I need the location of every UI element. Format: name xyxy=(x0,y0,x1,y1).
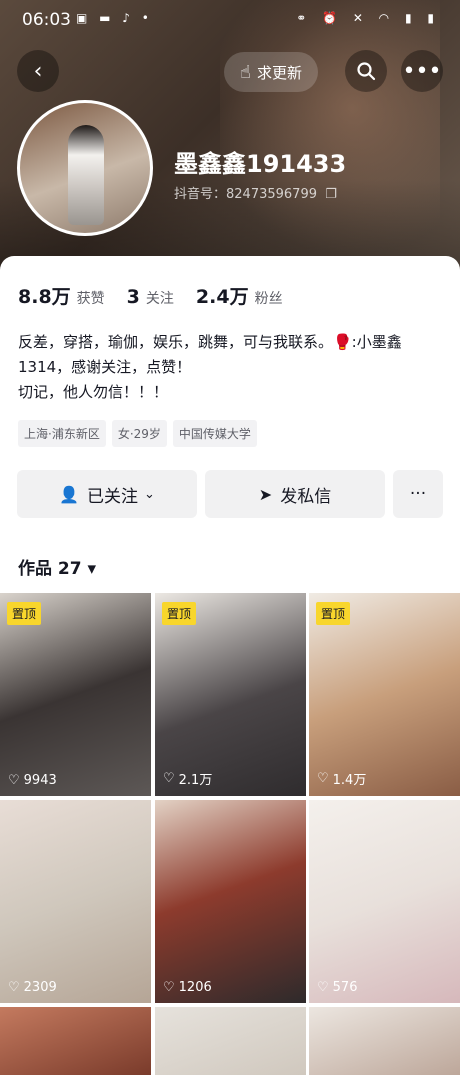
pinned-badge: 置顶 xyxy=(7,602,42,625)
message-button[interactable]: ➤ 发私信 xyxy=(205,470,385,518)
notification-icons: ▣ ▬ ♪ • xyxy=(76,11,153,25)
message-label: 发私信 xyxy=(280,486,332,507)
like-count: ♡ 2.1万 xyxy=(163,769,212,788)
tag-gender-age: 女·29岁 xyxy=(111,420,167,447)
pinned-badge: 置顶 xyxy=(162,602,197,625)
send-icon: ➤ xyxy=(258,484,273,504)
followed-button[interactable]: 👤 已关注 ⌄ xyxy=(17,470,197,518)
nickname: 墨鑫鑫191433 xyxy=(174,150,347,178)
search-button[interactable] xyxy=(345,50,387,92)
stat-following[interactable]: 3 关注 xyxy=(127,286,174,308)
like-count-value: 1206 xyxy=(178,980,212,995)
followed-label: 已关注 xyxy=(87,486,138,507)
fans-value: 2.4万 xyxy=(195,286,249,308)
like-count: ♡ 2309 xyxy=(8,980,57,995)
like-count-value: 576 xyxy=(332,980,358,995)
video-thumb[interactable]: ♡ 2309 xyxy=(0,800,151,1003)
more-actions-icon: ··· xyxy=(409,484,427,504)
following-label: 关注 xyxy=(145,291,174,307)
douyin-id-text: 抖音号：82473596799 xyxy=(174,187,317,202)
bio-line-1: 反差，穿搭，瑜伽，娱乐，跳舞，可与我联系。🥊:小墨鑫1314，感谢关注，点赞！ xyxy=(18,333,402,376)
bio-line-2: 切记，他人勿信！！！ xyxy=(18,383,169,401)
more-actions-button[interactable]: ··· xyxy=(393,470,443,518)
copy-icon: ❐ xyxy=(325,187,337,202)
system-icons: ⚭ ⏰ ✕ ◠ ▮ ▮ xyxy=(296,11,440,25)
video-thumb[interactable]: ♡ 576 xyxy=(309,800,460,1003)
tags-row: 上海·浦东新区 女·29岁 中国传媒大学 xyxy=(18,420,263,447)
bio: 反差，穿搭，瑜伽，娱乐，跳舞，可与我联系。🥊:小墨鑫1314，感谢关注，点赞！ … xyxy=(18,330,443,405)
search-icon xyxy=(357,62,376,81)
chevron-down-icon: ⌄ xyxy=(144,486,155,502)
back-icon: ‹ xyxy=(33,58,43,84)
like-count: ♡ 9943 xyxy=(8,773,57,788)
video-thumb[interactable] xyxy=(309,1007,460,1075)
more-button[interactable]: ••• xyxy=(401,50,443,92)
heart-icon: ♡ xyxy=(163,980,175,995)
back-button[interactable]: ‹ xyxy=(17,50,59,92)
heart-icon: ♡ xyxy=(163,771,175,786)
more-icon: ••• xyxy=(402,58,442,84)
pinned-badge: 置顶 xyxy=(316,602,351,625)
heart-icon: ♡ xyxy=(8,980,20,995)
video-thumb[interactable]: ♡ 1206 xyxy=(155,800,306,1003)
video-thumb[interactable]: 置顶 ♡ 9943 xyxy=(0,593,151,796)
stat-fans[interactable]: 2.4万 粉丝 xyxy=(196,282,283,309)
profile-sheet: 8.8万 获赞 3 关注 2.4万 粉丝 反差，穿搭，瑜伽，娱乐，跳舞，可与我联… xyxy=(0,256,460,1075)
stat-likes[interactable]: 8.8万 获赞 xyxy=(18,282,105,309)
like-count-value: 2309 xyxy=(23,980,57,995)
request-update-button[interactable]: ☝ 求更新 xyxy=(224,52,318,92)
heart-icon: ♡ xyxy=(317,771,329,786)
likes-value: 8.8万 xyxy=(18,286,71,308)
works-tab[interactable]: 作品 27 ▾ xyxy=(18,554,96,579)
video-thumb[interactable] xyxy=(0,1007,151,1075)
like-count: ♡ 576 xyxy=(317,980,357,995)
request-update-label: 求更新 xyxy=(256,63,302,82)
stats-row: 8.8万 获赞 3 关注 2.4万 粉丝 xyxy=(18,282,305,309)
user-check-icon: 👤 xyxy=(59,484,79,504)
like-count-value: 2.1万 xyxy=(178,773,213,788)
hand-icon: ☝ xyxy=(240,61,251,83)
video-thumb[interactable] xyxy=(155,1007,306,1075)
status-time: 06:03 xyxy=(22,10,71,30)
like-count: ♡ 1206 xyxy=(163,980,212,995)
video-thumb[interactable]: 置顶 ♡ 1.4万 xyxy=(309,593,460,796)
likes-label: 获赞 xyxy=(76,291,105,307)
heart-icon: ♡ xyxy=(8,773,20,788)
douyin-id[interactable]: 抖音号：82473596799 ❐ xyxy=(174,183,337,202)
following-value: 3 xyxy=(126,286,140,308)
profile-header: 06:03 ▣ ▬ ♪ • ⚭ ⏰ ✕ ◠ ▮ ▮ ‹ ☝ 求更新 ••• 墨鑫… xyxy=(0,0,460,270)
video-thumb[interactable]: 置顶 ♡ 2.1万 xyxy=(155,593,306,796)
like-count: ♡ 1.4万 xyxy=(317,769,366,788)
tag-location[interactable]: 上海·浦东新区 xyxy=(18,420,106,447)
status-bar: 06:03 ▣ ▬ ♪ • ⚭ ⏰ ✕ ◠ ▮ ▮ xyxy=(0,0,460,40)
avatar-figure xyxy=(68,125,104,225)
like-count-value: 9943 xyxy=(23,773,57,788)
fans-label: 粉丝 xyxy=(254,291,283,307)
avatar[interactable] xyxy=(17,100,153,236)
like-count-value: 1.4万 xyxy=(332,773,367,788)
heart-icon: ♡ xyxy=(317,980,329,995)
tag-school[interactable]: 中国传媒大学 xyxy=(172,420,257,447)
